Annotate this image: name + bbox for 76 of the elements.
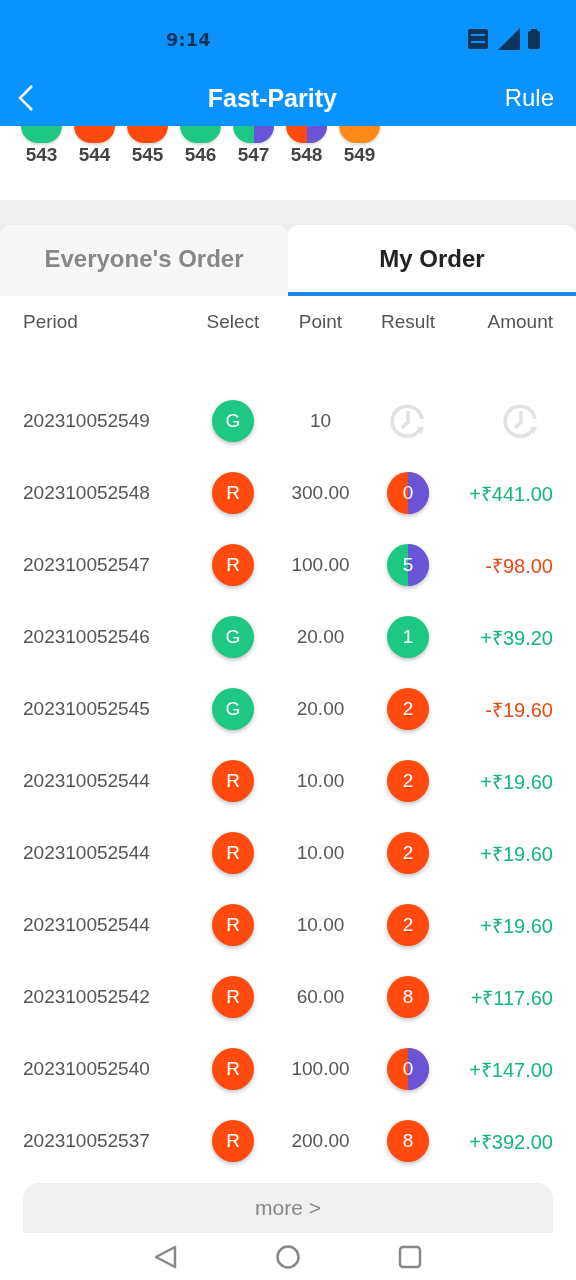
point-cell: 10	[309, 410, 332, 432]
result-number: 1	[402, 626, 414, 648]
back-nav-button[interactable]	[153, 1243, 179, 1270]
result-number: 2	[402, 842, 414, 864]
rule-button[interactable]: Rule	[504, 84, 554, 112]
period-cell-text: 202310052542	[23, 986, 151, 1008]
result-number: 8	[402, 1130, 414, 1152]
period-number: 548	[290, 144, 323, 166]
amount-cell-text: +₹19.60	[480, 769, 553, 795]
amount-cell-text: +₹147.00	[469, 1057, 553, 1083]
amount-cell-text: +₹39.20	[480, 625, 553, 651]
period-number: 544	[78, 144, 111, 166]
point-cell: 200.00	[291, 1130, 350, 1152]
selection-ball: R	[212, 904, 254, 946]
column-header: Select	[206, 311, 260, 333]
tab[interactable]: Everyone's Order	[0, 225, 288, 296]
page-title: Fast-Parity	[207, 83, 337, 113]
selection-ball: R	[212, 544, 254, 586]
amount-cell-text: +₹117.60	[470, 985, 553, 1011]
point-cell: 300.00	[291, 482, 350, 504]
period-cell-text: 202310052544	[23, 842, 151, 864]
point-cell: 60.00	[296, 986, 345, 1008]
point-cell: 10.00	[296, 842, 345, 864]
column-header: Period	[23, 311, 78, 333]
battery-icon	[528, 29, 540, 49]
point-cell: 10.00	[296, 914, 345, 936]
signal-icon	[496, 28, 520, 50]
point-cell: 100.00	[291, 554, 350, 576]
period-cell-text: 202310052544	[23, 770, 151, 792]
amount-cell-text: +₹392.00	[469, 1129, 553, 1155]
period-cell-text: 202310052547	[23, 554, 151, 576]
selection-ball: R	[212, 832, 254, 874]
result-number: 2	[402, 698, 414, 720]
selection-ball: R	[212, 760, 254, 802]
period-cell-text: 202310052546	[23, 626, 151, 648]
status-time: 9:14	[166, 28, 212, 50]
selection-ball: R	[212, 472, 254, 514]
point-cell: 100.00	[291, 1058, 350, 1080]
period-cell-text: 202310052548	[23, 482, 151, 504]
more-button[interactable]: more >	[23, 1183, 553, 1233]
period-number: 549	[343, 144, 376, 166]
amount-cell-text: +₹19.60	[480, 913, 553, 939]
amount-cell-text: -₹98.00	[485, 553, 553, 579]
result-number: 0	[402, 1058, 414, 1080]
tab[interactable]: My Order	[288, 225, 576, 296]
point-cell: 20.00	[296, 626, 345, 648]
period-number: 545	[131, 144, 164, 166]
amount-cell-text: +₹441.00	[469, 481, 553, 507]
period-cell-text: 202310052549	[23, 410, 151, 432]
selection-ball: G	[212, 688, 254, 730]
period-number: 543	[25, 144, 58, 166]
amount-cell-text: -₹19.60	[485, 697, 553, 723]
result-number: 5	[402, 554, 414, 576]
column-header: Point	[298, 311, 343, 333]
result-number: 0	[402, 482, 414, 504]
recents-nav-button[interactable]	[397, 1243, 423, 1270]
result-number: 2	[402, 914, 414, 936]
period-cell-text: 202310052540	[23, 1058, 151, 1080]
point-cell: 20.00	[296, 698, 345, 720]
selection-ball: R	[212, 976, 254, 1018]
selection-ball: R	[212, 1120, 254, 1162]
period-cell-text: 202310052545	[23, 698, 151, 720]
home-nav-button[interactable]	[275, 1243, 301, 1270]
period-cell-text: 202310052544	[23, 914, 151, 936]
period-number: 546	[184, 144, 217, 166]
period-number: 547	[237, 144, 270, 166]
period-cell-text: 202310052537	[23, 1130, 151, 1152]
result-number: 2	[402, 770, 414, 792]
column-header: Amount	[487, 311, 553, 333]
selection-ball: R	[212, 1048, 254, 1090]
result-number: 8	[402, 986, 414, 1008]
point-cell: 10.00	[296, 770, 345, 792]
selection-ball: G	[212, 400, 254, 442]
column-header: Result	[381, 311, 435, 333]
amount-cell-text: +₹19.60	[480, 841, 553, 867]
selection-ball: G	[212, 616, 254, 658]
